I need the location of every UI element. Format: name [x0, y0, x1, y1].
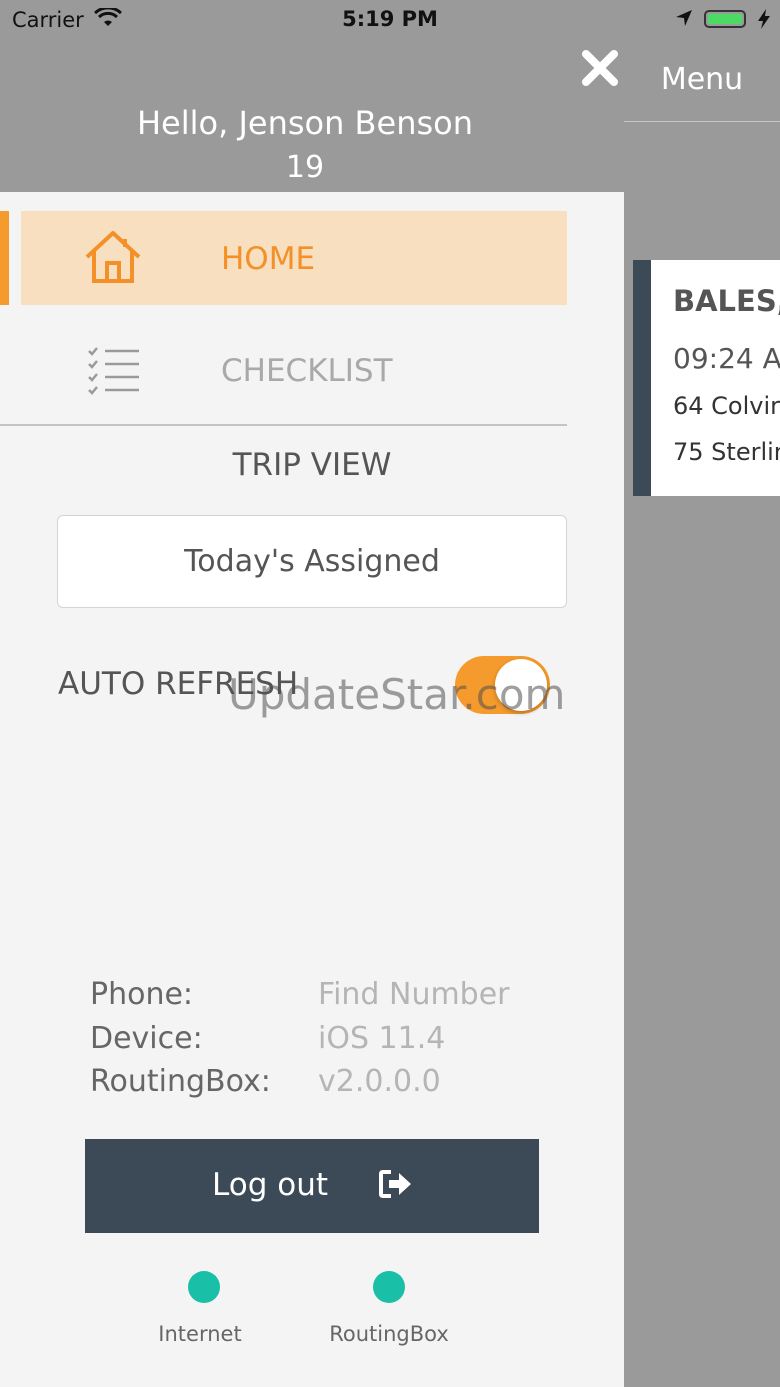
watermark: UpdateStar.com	[228, 670, 566, 719]
active-nav-indicator	[0, 211, 9, 305]
trip-view-title: TRIP VIEW	[232, 447, 392, 483]
clock-time: 5:19 PM	[342, 7, 438, 31]
info-value-device: iOS 11.4	[318, 1021, 446, 1056]
sign-out-icon	[379, 1169, 413, 1207]
info-key: Device:	[90, 1021, 203, 1056]
trip-view-select[interactable]: Today's Assigned	[57, 515, 567, 608]
nav-label-home: HOME	[221, 241, 316, 277]
charging-bolt-icon	[757, 8, 771, 35]
logout-label: Log out	[212, 1167, 328, 1203]
location-arrow-icon	[674, 8, 694, 33]
nav-item-home[interactable]: HOME	[21, 211, 567, 305]
trip-time: 09:24 A	[673, 342, 780, 375]
nav-label-checklist: CHECKLIST	[221, 353, 393, 389]
info-value-phone[interactable]: Find Number	[318, 977, 510, 1012]
routingbox-status-label: RoutingBox	[329, 1322, 449, 1346]
trip-dropoff-address: 75 Sterlin	[673, 438, 780, 466]
info-value-routingbox: v2.0.0.0	[318, 1064, 441, 1099]
trip-card[interactable]: BALES, 09:24 A 64 Colvir 75 Sterlin	[633, 260, 780, 496]
menu-title: Menu	[660, 62, 744, 97]
internet-status-dot	[188, 1271, 220, 1303]
battery-icon	[704, 10, 746, 28]
greeting-title: Hello, Jenson Benson	[136, 104, 473, 142]
close-icon	[582, 50, 618, 86]
checklist-icon	[87, 347, 141, 399]
side-drawer: HOME CHECKLIST TRIP VIEW Today's Assigne…	[0, 192, 624, 1387]
trip-passenger-name: BALES,	[673, 284, 780, 318]
nav-divider	[0, 424, 567, 426]
close-drawer-button[interactable]	[578, 46, 622, 90]
logout-button[interactable]: Log out	[85, 1139, 539, 1233]
internet-status-label: Internet	[158, 1322, 242, 1346]
info-key: Phone:	[90, 977, 194, 1012]
user-id: 19	[285, 150, 325, 185]
trip-pickup-address: 64 Colvir	[673, 392, 780, 420]
info-key: RoutingBox:	[90, 1064, 271, 1099]
home-icon	[83, 229, 143, 289]
routingbox-status-dot	[373, 1271, 405, 1303]
status-bar: Carrier 5:19 PM	[0, 0, 780, 40]
menu-divider	[624, 121, 780, 122]
nav-item-checklist[interactable]: CHECKLIST	[21, 323, 567, 417]
